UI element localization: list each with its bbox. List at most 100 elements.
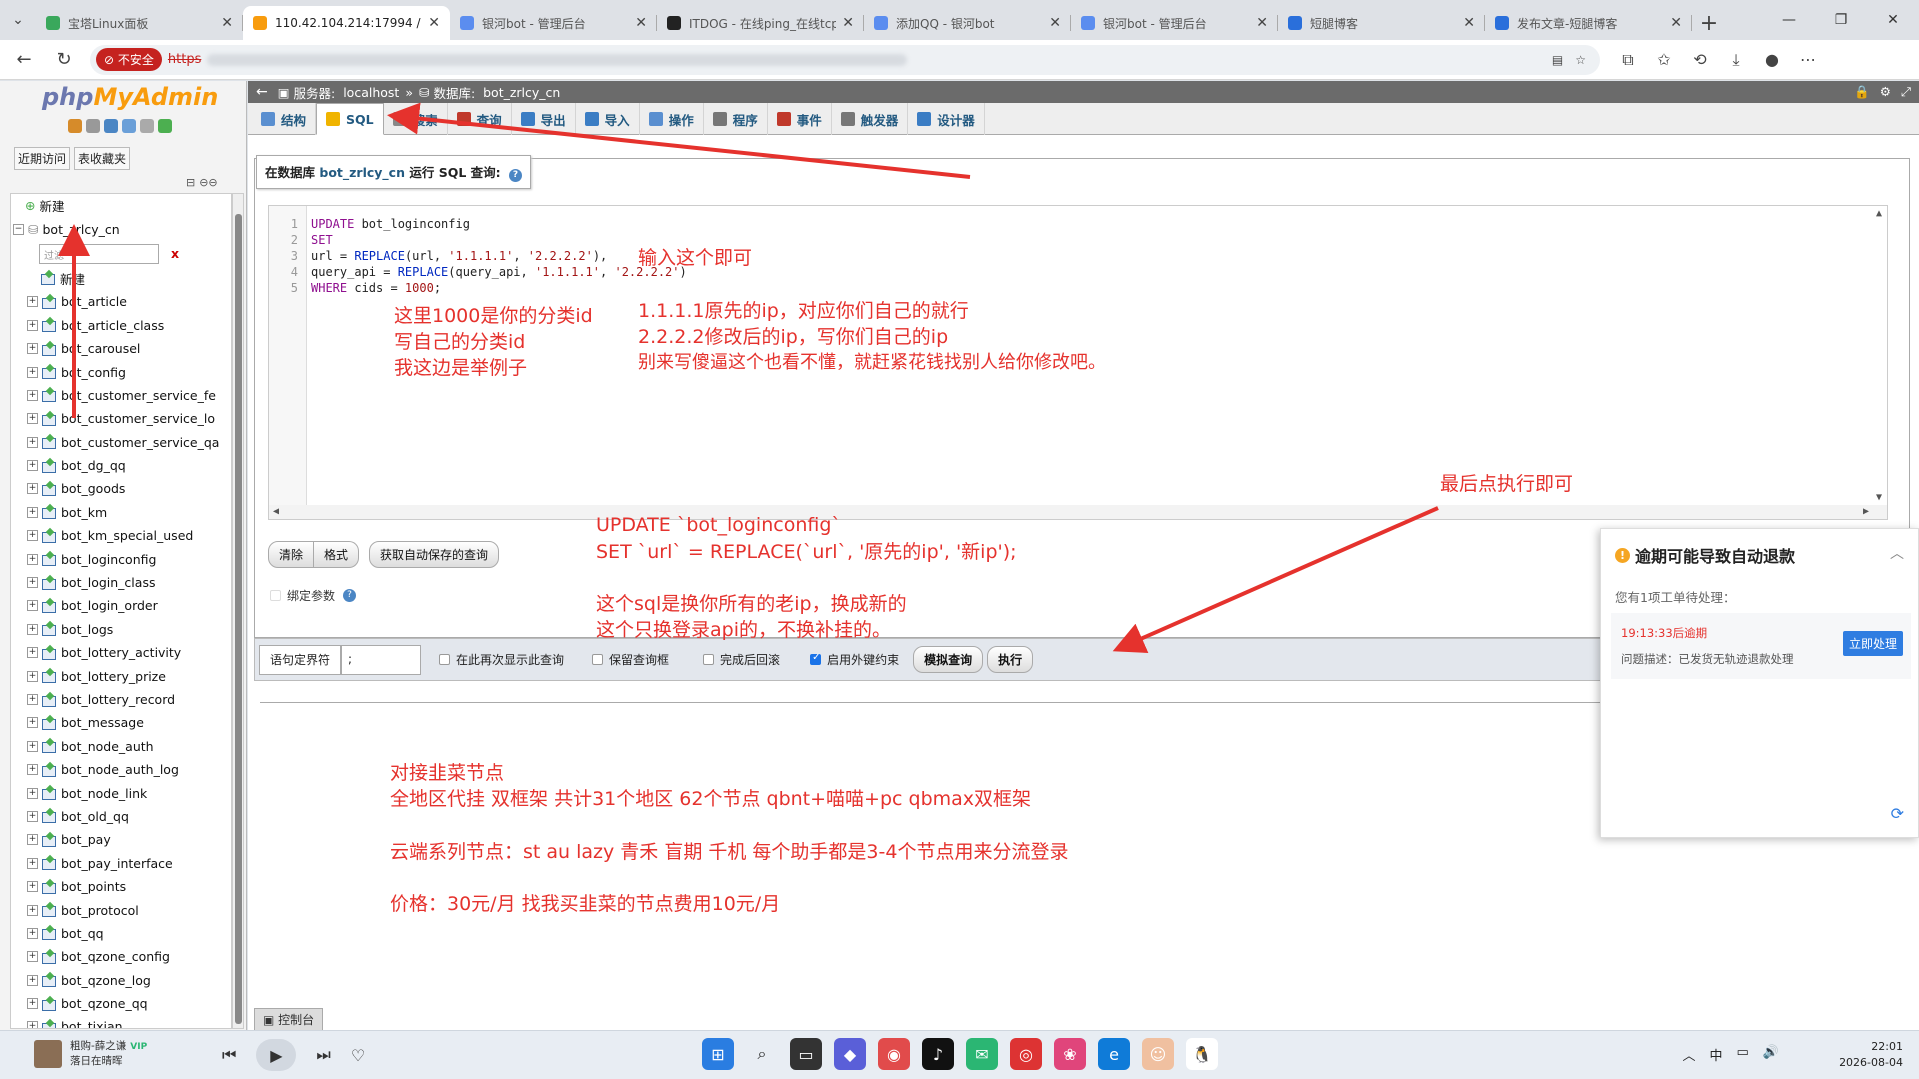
wechat-icon[interactable]: ✉	[966, 1038, 998, 1070]
app-icon-2[interactable]: ◉	[878, 1038, 910, 1070]
new-tab-button[interactable]: +	[1692, 6, 1726, 40]
expand-icon[interactable]: +	[27, 530, 38, 542]
browser-tab[interactable]: ITDOG - 在线ping_在线tcping ✕	[657, 6, 864, 40]
delimiter-input[interactable]: ;	[341, 644, 422, 675]
close-window-icon[interactable]: ✕	[1867, 0, 1919, 40]
url-field[interactable]: ⊘ 不安全 https ▤ ☆	[90, 44, 1600, 75]
editor-hscroll[interactable]: ◀ ▶	[269, 505, 1887, 519]
close-tab-icon[interactable]: ✕	[1049, 15, 1061, 31]
bind-params-checkbox[interactable]	[270, 590, 281, 601]
ime-indicator[interactable]: 中	[1710, 1045, 1723, 1064]
expand-icon[interactable]: +	[27, 647, 38, 659]
tree-table-item[interactable]: + bot_carousel	[11, 337, 231, 360]
main-tab[interactable]: 操作	[640, 103, 704, 135]
main-tab[interactable]: 事件	[768, 103, 832, 135]
expand-icon[interactable]: +	[27, 834, 38, 846]
browser-tab[interactable]: 短腿博客 ✕	[1278, 6, 1485, 40]
tree-table-item[interactable]: + bot_node_link	[11, 781, 231, 804]
tree-table-item[interactable]: + bot_qq	[11, 922, 231, 945]
collapse-all-icon[interactable]: ⊟	[186, 176, 195, 189]
main-tab[interactable]: SQL	[316, 103, 384, 135]
show-again-checkbox[interactable]	[439, 654, 451, 665]
close-tab-icon[interactable]: ✕	[1463, 15, 1475, 31]
chevron-up-icon[interactable]: ︿	[1890, 543, 1904, 563]
console-tab[interactable]: ▣ 控制台	[254, 1008, 324, 1031]
logout-icon[interactable]	[86, 119, 100, 133]
restore-icon[interactable]: ❐	[1815, 0, 1867, 40]
fk-checkbox[interactable]	[810, 652, 822, 665]
notif-card[interactable]: 19:13:33后逾期 问题描述：已发货无轨迹退款处理 立即处理	[1611, 613, 1911, 679]
expand-icon[interactable]: +	[27, 927, 38, 939]
tree-table-item[interactable]: + bot_qzone_config	[11, 945, 231, 968]
app-icon-1[interactable]: ◆	[834, 1038, 866, 1070]
phpmyadmin-logo[interactable]: phpMyAdmin	[42, 83, 218, 111]
tree-table-item[interactable]: + bot_message	[11, 711, 231, 734]
qq-icon[interactable]: 🐧	[1186, 1038, 1218, 1070]
expand-icon[interactable]: +	[27, 810, 38, 822]
extension-icon[interactable]: ⧉	[1610, 50, 1646, 70]
tree-table-item[interactable]: + bot_lottery_prize	[11, 664, 231, 687]
close-tab-icon[interactable]: ✕	[1670, 15, 1682, 31]
browser-tab[interactable]: 宝塔Linux面板 ✕	[36, 6, 243, 40]
main-tab[interactable]: 导出	[512, 103, 576, 135]
media-widget[interactable]: 粗购-薛之谦 VIP 落日在晴晖	[34, 1039, 147, 1068]
clear-button[interactable]: 清除	[268, 541, 315, 568]
expand-icon[interactable]: +	[27, 436, 38, 448]
expand-icon[interactable]: +	[27, 623, 38, 635]
netease-music-icon[interactable]: ◎	[1010, 1038, 1042, 1070]
main-tab[interactable]: 导入	[576, 103, 640, 135]
expand-icon[interactable]: +	[27, 366, 38, 378]
help-icon[interactable]	[104, 119, 118, 133]
expand-icon[interactable]: +	[27, 974, 38, 986]
autosave-query-button[interactable]: 获取自动保存的查询	[369, 541, 500, 568]
expand-icon[interactable]: +	[27, 577, 38, 589]
expand-icon[interactable]: +	[27, 740, 38, 752]
gear-icon[interactable]: ⚙	[1880, 84, 1891, 100]
collapse-icon[interactable]: −	[13, 223, 24, 235]
go-button[interactable]: 执行	[987, 646, 1034, 673]
tree-table-item[interactable]: + bot_article_class	[11, 314, 231, 337]
main-tab[interactable]: 设计器	[908, 103, 985, 135]
format-button[interactable]: 格式	[314, 541, 360, 568]
tiktok-icon[interactable]: ♪	[922, 1038, 954, 1070]
download-icon[interactable]: ⤓	[1718, 50, 1754, 70]
tree-table-item[interactable]: + bot_node_auth_log	[11, 758, 231, 781]
tree-db[interactable]: − ⛁ bot_zrlcy_cn	[11, 217, 231, 240]
tray-expand-icon[interactable]: ︿	[1682, 1045, 1695, 1064]
browser-tab[interactable]: 发布文章-短腿博客 ✕	[1485, 6, 1692, 40]
reload-icon[interactable]: ↻	[48, 44, 80, 76]
scroll-down-icon[interactable]: ▼	[1876, 492, 1882, 503]
table-filter-input[interactable]: 过滤	[39, 243, 159, 264]
tree-table-item[interactable]: + bot_pay	[11, 828, 231, 851]
main-tab[interactable]: 触发器	[832, 103, 909, 135]
tree-table-item[interactable]: + bot_points	[11, 875, 231, 898]
tree-table-item[interactable]: + bot_km_special_used	[11, 524, 231, 547]
tree-table-item[interactable]: + bot_qzone_qq	[11, 992, 231, 1015]
history-icon[interactable]: ⟲	[1682, 50, 1718, 70]
tree-table-item[interactable]: + bot_dg_qq	[11, 454, 231, 477]
simulate-query-button[interactable]: 模拟查询	[913, 646, 984, 673]
tree-table-new[interactable]: 新建	[11, 267, 231, 290]
previous-track-icon[interactable]: ⏮	[222, 1045, 236, 1065]
bind-help-icon[interactable]: ?	[343, 589, 357, 602]
tree-table-item[interactable]: + bot_pay_interface	[11, 852, 231, 875]
reader-icon[interactable]: ▤	[1552, 53, 1563, 67]
minimize-icon[interactable]: —	[1763, 0, 1815, 40]
home-icon[interactable]	[68, 119, 82, 133]
scroll-right-icon[interactable]: ▶	[1863, 506, 1869, 517]
expand-icon[interactable]: +	[27, 904, 38, 916]
expand-icon[interactable]: +	[27, 319, 38, 331]
filter-clear-button[interactable]: x	[171, 246, 179, 261]
close-tab-icon[interactable]: ✕	[428, 15, 440, 31]
expand-icon[interactable]: +	[27, 670, 38, 682]
tree-scrollbar[interactable]	[232, 193, 244, 1029]
app-icon-3[interactable]: ❀	[1054, 1038, 1086, 1070]
search-icon[interactable]: ⌕	[746, 1038, 778, 1070]
editor-vscroll[interactable]: ▲ ▼	[1873, 206, 1887, 506]
tree-table-item[interactable]: + bot_km	[11, 501, 231, 524]
like-icon[interactable]: ♡	[351, 1046, 365, 1065]
tree-table-item[interactable]: + bot_lottery_record	[11, 688, 231, 711]
main-tab[interactable]: 搜索	[384, 103, 448, 135]
expand-icon[interactable]: +	[27, 506, 38, 518]
expand-icon[interactable]: +	[27, 600, 38, 612]
